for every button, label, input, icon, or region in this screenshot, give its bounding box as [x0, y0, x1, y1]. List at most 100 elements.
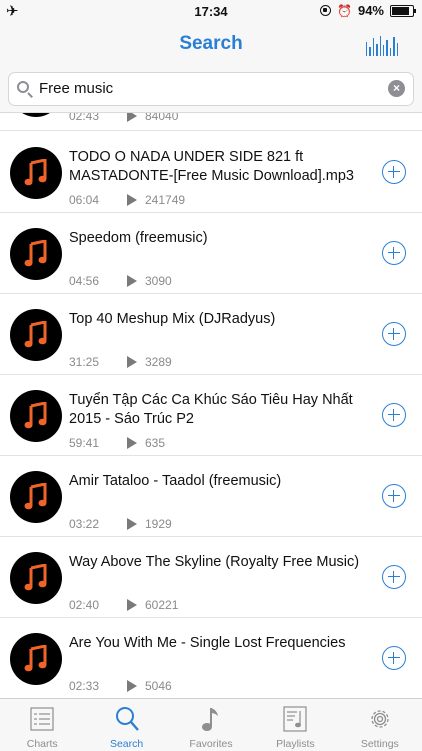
track-play-count: 635: [145, 436, 166, 450]
track-duration: 02:40: [69, 598, 100, 612]
results-list[interactable]: 02:43 84040 TODO O NADA UNDER SIDE 821 f…: [0, 113, 422, 698]
tab-playlists[interactable]: Playlists: [253, 699, 337, 751]
track-title: Tuyển Tập Các Ca Khúc Sáo Tiêu Hay Nhất …: [69, 392, 353, 427]
list-item[interactable]: 02:43 84040: [0, 113, 422, 131]
play-count-icon: [127, 356, 137, 368]
track-meta: 31:25 3289: [69, 355, 172, 369]
play-count-icon: [127, 113, 137, 122]
rotation-lock-icon: [320, 5, 332, 16]
track-play-count: 3289: [145, 355, 172, 369]
track-meta: 04:56 3090: [69, 274, 172, 288]
list-item[interactable]: Way Above The Skyline (Royalty Free Musi…: [0, 536, 422, 618]
clear-search-icon[interactable]: ×: [388, 80, 405, 97]
track-meta: 02:33 5046: [69, 679, 172, 693]
status-right-group: ⏰ 94%: [320, 3, 416, 18]
track-artwork: [10, 552, 62, 604]
track-duration: 02:33: [69, 679, 100, 693]
music-note-icon: [24, 240, 47, 267]
music-note-icon: [202, 708, 219, 731]
battery-percent: 94%: [357, 3, 384, 18]
track-artwork: [10, 113, 62, 117]
add-to-playlist-button[interactable]: [382, 646, 406, 670]
track-title: Way Above The Skyline (Royalty Free Musi…: [69, 554, 360, 570]
tab-bar: Charts Search Favorites Playlists Settin…: [0, 698, 422, 751]
play-count-icon: [127, 680, 137, 692]
add-to-playlist-button[interactable]: [382, 322, 406, 346]
list-item[interactable]: Are You With Me - Single Lost Frequencie…: [0, 617, 422, 698]
page-title: Search: [179, 33, 243, 54]
add-to-playlist-button[interactable]: [382, 403, 406, 427]
track-duration: 31:25: [69, 355, 100, 369]
tab-favorites[interactable]: Favorites: [169, 699, 253, 751]
track-artwork: [10, 390, 62, 442]
list-item[interactable]: Top 40 Meshup Mix (DJRadyus) 31:25 3289: [0, 293, 422, 375]
track-duration: 06:04: [69, 193, 100, 207]
track-title: Amir Tataloo - Taadol (freemusic): [69, 473, 282, 489]
play-count-icon: [127, 599, 137, 611]
list-item[interactable]: Speedom (freemusic) 04:56 3090: [0, 212, 422, 294]
tab-label: Search: [109, 738, 144, 750]
music-note-icon: [24, 564, 47, 591]
alarm-icon: ⏰: [337, 3, 352, 18]
track-play-count: 60221: [145, 598, 179, 612]
tab-settings[interactable]: Settings: [338, 699, 422, 751]
search-icon: [115, 707, 139, 731]
track-artwork: [10, 228, 62, 280]
music-note-icon: [24, 321, 47, 348]
track-meta: 02:40 60221: [69, 598, 178, 612]
list-item[interactable]: Tuyển Tập Các Ca Khúc Sáo Tiêu Hay Nhất …: [0, 374, 422, 456]
track-meta: 02:43 84040: [69, 113, 178, 123]
track-duration: 02:43: [69, 113, 100, 123]
equalizer-icon[interactable]: [366, 34, 399, 56]
search-input-value[interactable]: Free music: [39, 80, 113, 97]
play-count-icon: [127, 275, 137, 287]
track-duration: 04:56: [69, 274, 100, 288]
track-title: TODO O NADA UNDER SIDE 821 ft MASTADONTE…: [69, 149, 354, 184]
tab-search[interactable]: Search: [84, 699, 168, 751]
track-play-count: 5046: [145, 679, 172, 693]
add-to-playlist-button[interactable]: [382, 484, 406, 508]
track-meta: 03:22 1929: [69, 517, 172, 531]
track-title: Speedom (freemusic): [69, 230, 208, 246]
music-note-icon: [24, 483, 47, 510]
track-play-count: 3090: [145, 274, 172, 288]
tab-label: Settings: [360, 738, 399, 750]
tab-label: Charts: [26, 738, 58, 750]
search-icon: [17, 81, 29, 93]
add-to-playlist-button[interactable]: [382, 160, 406, 184]
track-artwork: [10, 633, 62, 685]
tab-charts[interactable]: Charts: [0, 699, 84, 751]
gear-icon: [371, 710, 389, 728]
tab-label: Playlists: [276, 738, 315, 750]
search-input[interactable]: Free music ×: [8, 72, 414, 106]
list-item[interactable]: TODO O NADA UNDER SIDE 821 ft MASTADONTE…: [0, 131, 422, 213]
track-play-count: 241749: [145, 193, 186, 207]
list-item[interactable]: Amir Tataloo - Taadol (freemusic) 03:22 …: [0, 455, 422, 537]
status-bar: ✈ 17:34 ⏰ 94%: [0, 0, 422, 22]
search-bar: Free music ×: [0, 66, 422, 113]
track-duration: 03:22: [69, 517, 100, 531]
track-title: Top 40 Meshup Mix (DJRadyus): [69, 311, 276, 327]
battery-fill: [392, 6, 409, 15]
tab-label: Favorites: [189, 738, 233, 750]
track-artwork: [10, 309, 62, 361]
music-note-icon: [24, 159, 47, 186]
list-icon: [30, 707, 54, 731]
add-to-playlist-button[interactable]: [382, 565, 406, 589]
track-meta: 06:04 241749: [69, 193, 185, 207]
track-meta: 59:41 635: [69, 436, 165, 450]
play-count-icon: [127, 518, 137, 530]
navigation-bar: Search: [0, 22, 422, 66]
play-count-icon: [127, 194, 137, 206]
battery-icon: [390, 4, 416, 17]
track-title: Are You With Me - Single Lost Frequencie…: [69, 635, 346, 651]
playlist-icon: [283, 706, 308, 732]
music-note-icon: [24, 402, 47, 429]
track-play-count: 1929: [145, 517, 172, 531]
track-artwork: [10, 147, 62, 199]
track-play-count: 84040: [145, 113, 179, 123]
track-duration: 59:41: [69, 436, 100, 450]
track-artwork: [10, 471, 62, 523]
music-note-icon: [24, 645, 47, 672]
add-to-playlist-button[interactable]: [382, 241, 406, 265]
